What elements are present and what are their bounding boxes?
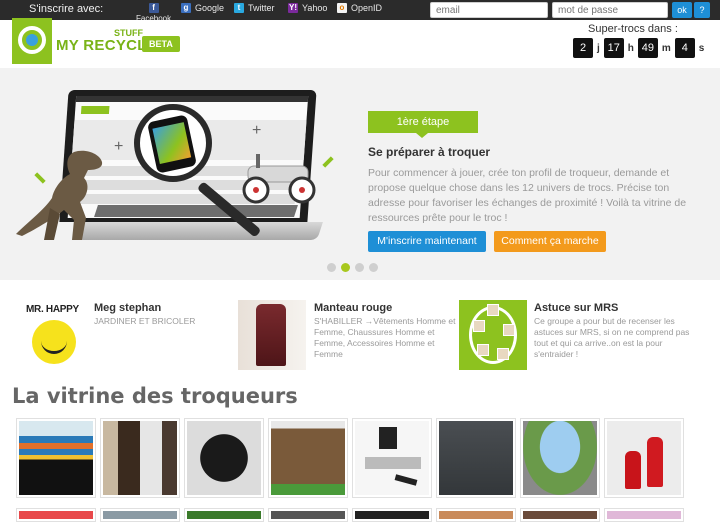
hero-title: Se préparer à troquer — [368, 145, 491, 159]
plus-decoration: + — [252, 122, 262, 139]
google-login-button[interactable]: g Google — [181, 3, 224, 13]
beta-badge: BETA — [142, 36, 180, 52]
openid-icon: o — [337, 3, 347, 13]
vitrine-item[interactable] — [184, 418, 264, 498]
vitrine-item[interactable] — [100, 418, 180, 498]
how-it-works-button[interactable]: Comment ça marche — [494, 231, 606, 252]
vitrine-title: La vitrine des troqueurs — [12, 384, 298, 408]
vitrine-item[interactable] — [100, 508, 180, 522]
featured-subtitle-group: Ce groupe a pour but de recenser les ast… — [534, 316, 690, 359]
toy-car-illustration — [242, 154, 316, 204]
plus-decoration: + — [114, 138, 124, 155]
countdown: 2 j 17 h 49 m 4 s — [573, 38, 708, 58]
featured-subtitle-user: JARDINER ET BRICOLER — [94, 316, 196, 326]
laptop-base — [77, 222, 323, 240]
featured-subtitle-item: S'HABILLER →Vêtements Homme et Femme, Ch… — [314, 316, 456, 359]
vitrine-item[interactable] — [268, 418, 348, 498]
featured-image-mr-happy[interactable]: MR. HAPPY — [20, 300, 88, 370]
vitrine-item[interactable] — [520, 508, 600, 522]
vitrine-item[interactable] — [352, 418, 432, 498]
top-bar: S'inscrire avec: f Facebook g Google t T… — [0, 0, 720, 23]
openid-login-button[interactable]: o OpenID — [337, 3, 382, 13]
vitrine-item[interactable] — [604, 508, 684, 522]
countdown-minutes: 49 — [637, 38, 658, 58]
slider-dot-4[interactable] — [369, 263, 378, 272]
twitter-icon: t — [234, 3, 244, 13]
slider-dot-1[interactable] — [327, 263, 336, 272]
vitrine-item[interactable] — [184, 508, 264, 522]
hero-description: Pour commencer à jouer, crée ton profil … — [368, 167, 687, 224]
yahoo-icon: Y! — [288, 3, 298, 13]
password-input[interactable] — [552, 2, 668, 18]
vitrine-item[interactable] — [436, 418, 516, 498]
signup-with-label: S'inscrire avec: — [29, 3, 104, 15]
featured-image-coat[interactable] — [238, 300, 306, 370]
login-ok-button[interactable]: ok — [672, 2, 692, 18]
vitrine-item[interactable] — [268, 508, 348, 522]
dinosaur-illustration — [16, 150, 103, 240]
facebook-icon: f — [148, 3, 159, 13]
featured-title-user[interactable]: Meg stephan — [94, 302, 161, 314]
signup-now-button[interactable]: M'inscrire maintenant — [368, 231, 486, 252]
vitrine-item[interactable] — [436, 508, 516, 522]
countdown-seconds: 4 — [674, 38, 695, 58]
countdown-label: Super-trocs dans : — [588, 23, 678, 35]
featured-image-group[interactable] — [459, 300, 527, 370]
countdown-hours: 17 — [603, 38, 624, 58]
slider-dot-3[interactable] — [355, 263, 364, 272]
slider-dots — [327, 263, 378, 272]
vitrine-item[interactable] — [520, 418, 600, 498]
countdown-days: 2 — [573, 38, 593, 58]
featured-title-item[interactable]: Manteau rouge — [314, 302, 392, 314]
vitrine-item[interactable] — [352, 508, 432, 522]
featured-title-group[interactable]: Astuce sur MRS — [534, 302, 618, 314]
step-tab: 1ère étape — [368, 111, 478, 138]
help-button[interactable]: ? — [694, 2, 710, 18]
vitrine-item[interactable] — [16, 508, 96, 522]
logo-icon[interactable] — [12, 18, 52, 64]
yahoo-login-button[interactable]: Y! Yahoo — [288, 3, 327, 13]
slider-dot-2[interactable] — [341, 263, 350, 272]
vitrine-item[interactable] — [16, 418, 96, 498]
google-icon: g — [181, 3, 191, 13]
twitter-login-button[interactable]: t Twitter — [234, 3, 275, 13]
vitrine-item[interactable] — [604, 418, 684, 498]
email-input[interactable] — [430, 2, 548, 18]
